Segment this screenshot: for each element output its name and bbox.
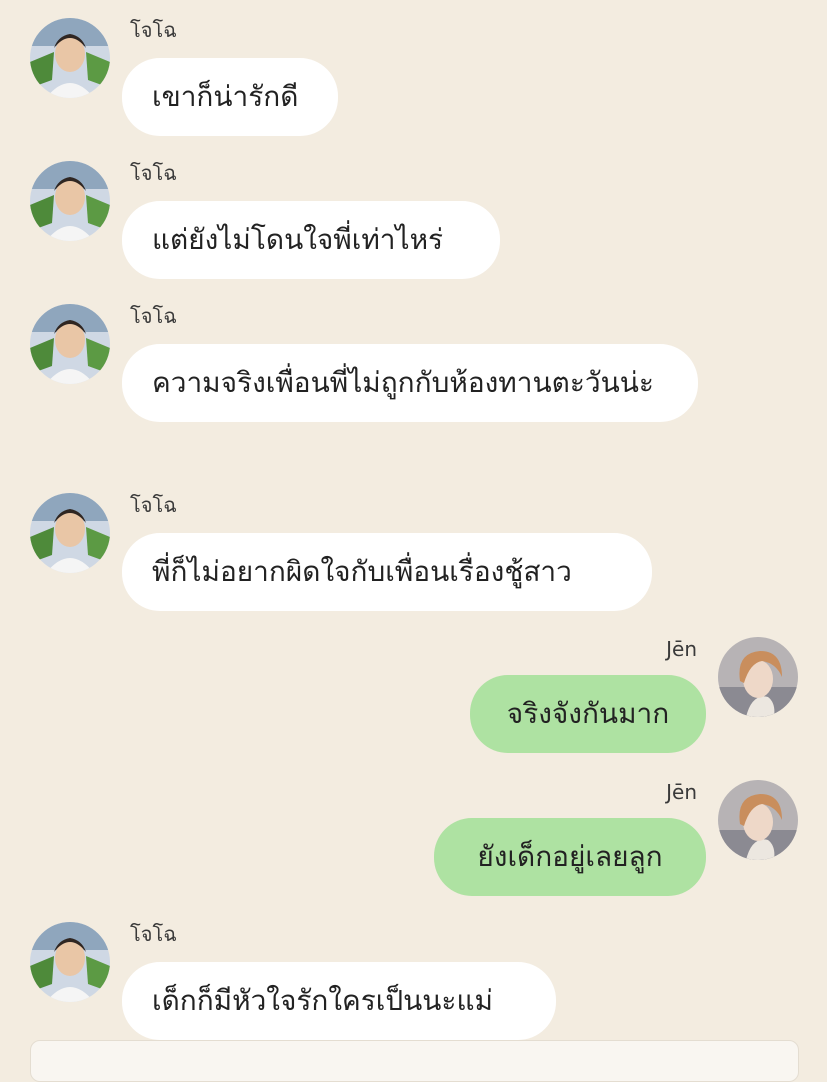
boy-photo-avatar-icon — [30, 493, 110, 573]
sender-name: โจโฉ — [130, 922, 177, 946]
avatar[interactable] — [30, 493, 110, 573]
message-bubble[interactable]: จริงจังกันมาก — [470, 675, 706, 753]
avatar[interactable] — [718, 637, 798, 717]
avatar[interactable] — [30, 161, 110, 241]
sender-name: โจโฉ — [130, 161, 177, 185]
sender-name: โจโฉ — [130, 18, 177, 42]
boy-photo-avatar-icon — [30, 922, 110, 1002]
avatar[interactable] — [718, 780, 798, 860]
boy-photo-avatar-icon — [30, 304, 110, 384]
message-bubble[interactable]: แต่ยังไม่โดนใจพี่เท่าไหร่ — [122, 201, 500, 279]
sender-name: Jēn — [666, 780, 697, 804]
profile-photo-avatar-icon — [718, 780, 798, 860]
sender-name: โจโฉ — [130, 493, 177, 517]
profile-photo-avatar-icon — [718, 637, 798, 717]
sender-name: โจโฉ — [130, 304, 177, 328]
message-input-box[interactable] — [30, 1040, 799, 1082]
boy-photo-avatar-icon — [30, 18, 110, 98]
sender-name: Jēn — [666, 637, 697, 661]
message-bubble[interactable]: เด็กก็มีหัวใจรักใครเป็นนะแม่ — [122, 962, 556, 1040]
avatar[interactable] — [30, 18, 110, 98]
message-bubble[interactable]: พี่ก็ไม่อยากผิดใจกับเพื่อนเรื่องชู้สาว — [122, 533, 652, 611]
message-bubble[interactable]: ยังเด็กอยู่เลยลูก — [434, 818, 706, 896]
boy-photo-avatar-icon — [30, 161, 110, 241]
message-bubble[interactable]: ความจริงเพื่อนพี่ไม่ถูกกับห้องทานตะวันน่… — [122, 344, 698, 422]
message-bubble[interactable]: เขาก็น่ารักดี — [122, 58, 338, 136]
avatar[interactable] — [30, 304, 110, 384]
avatar[interactable] — [30, 922, 110, 1002]
